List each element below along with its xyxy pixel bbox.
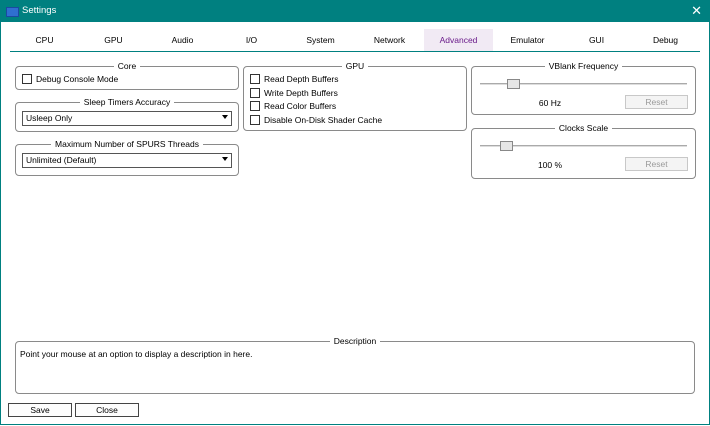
tab-debug[interactable]: Debug: [631, 29, 700, 51]
debug-console-mode-label: Debug Console Mode: [36, 74, 119, 84]
clocks-scale-group: Clocks Scale 100 % Reset: [471, 123, 696, 179]
sleep-timers-title: Sleep Timers Accuracy: [79, 97, 175, 107]
read-color-buffers-label: Read Color Buffers: [264, 101, 337, 111]
sleep-timers-group: Sleep Timers Accuracy Usleep Only: [15, 97, 239, 132]
disable-shader-cache-label: Disable On-Disk Shader Cache: [264, 115, 383, 125]
description-group: Description Point your mouse at an optio…: [15, 336, 695, 394]
clocks-reset-button[interactable]: Reset: [625, 157, 688, 171]
write-depth-buffers-checkbox[interactable]: Write Depth Buffers: [250, 87, 338, 99]
core-group: Core Debug Console Mode: [15, 61, 239, 90]
checkbox-box[interactable]: [250, 101, 260, 111]
gpu-group-title: GPU: [341, 61, 369, 71]
tab-underline: [10, 51, 700, 52]
tab-io[interactable]: I/O: [217, 29, 286, 51]
spurs-threads-title: Maximum Number of SPURS Threads: [51, 139, 203, 149]
core-group-title: Core: [113, 61, 141, 71]
spurs-threads-select[interactable]: Unlimited (Default): [22, 153, 232, 168]
checkbox-box[interactable]: [250, 74, 260, 84]
description-title: Description: [329, 336, 381, 346]
checkbox-box[interactable]: [250, 88, 260, 98]
vblank-slider-thumb[interactable]: [507, 79, 521, 89]
tab-cpu[interactable]: CPU: [10, 29, 79, 51]
clocks-value: 100 %: [537, 160, 563, 170]
gpu-group: GPU Read Depth Buffers Write Depth Buffe…: [243, 61, 467, 131]
clocks-scale-title: Clocks Scale: [554, 123, 613, 133]
tab-audio[interactable]: Audio: [148, 29, 217, 51]
app-icon: [6, 7, 19, 17]
close-button[interactable]: Close: [75, 403, 139, 417]
tab-network[interactable]: Network: [355, 29, 424, 51]
read-depth-buffers-label: Read Depth Buffers: [264, 74, 339, 84]
tab-advanced[interactable]: Advanced: [424, 29, 493, 51]
spurs-threads-group: Maximum Number of SPURS Threads Unlimite…: [15, 139, 239, 176]
tab-gui[interactable]: GUI: [562, 29, 631, 51]
vblank-title: VBlank Frequency: [544, 61, 623, 71]
spurs-threads-value: Unlimited (Default): [26, 155, 97, 165]
tab-gpu[interactable]: GPU: [79, 29, 148, 51]
debug-console-mode-checkbox[interactable]: Debug Console Mode: [22, 73, 118, 85]
tab-bar: CPU GPU Audio I/O System Network Advance…: [10, 29, 700, 51]
chevron-down-icon[interactable]: [222, 115, 228, 119]
chevron-down-icon[interactable]: [222, 157, 228, 161]
vblank-group: VBlank Frequency 60 Hz Reset: [471, 61, 696, 115]
save-button[interactable]: Save: [8, 403, 72, 417]
checkbox-box[interactable]: [250, 115, 260, 125]
sleep-timers-value: Usleep Only: [26, 113, 73, 123]
tab-emulator[interactable]: Emulator: [493, 29, 562, 51]
tab-system[interactable]: System: [286, 29, 355, 51]
disable-shader-cache-checkbox[interactable]: Disable On-Disk Shader Cache: [250, 114, 382, 126]
vblank-value: 60 Hz: [538, 98, 562, 108]
description-text: Point your mouse at an option to display…: [20, 349, 253, 359]
checkbox-box[interactable]: [22, 74, 32, 84]
window-title: Settings: [22, 5, 57, 16]
clocks-slider-thumb[interactable]: [499, 141, 513, 151]
read-depth-buffers-checkbox[interactable]: Read Depth Buffers: [250, 73, 339, 85]
sleep-timers-select[interactable]: Usleep Only: [22, 111, 232, 126]
title-bar: Settings ✕: [0, 0, 710, 22]
write-depth-buffers-label: Write Depth Buffers: [264, 88, 338, 98]
read-color-buffers-checkbox[interactable]: Read Color Buffers: [250, 100, 336, 112]
vblank-reset-button[interactable]: Reset: [625, 95, 688, 109]
close-icon[interactable]: ✕: [691, 3, 702, 19]
